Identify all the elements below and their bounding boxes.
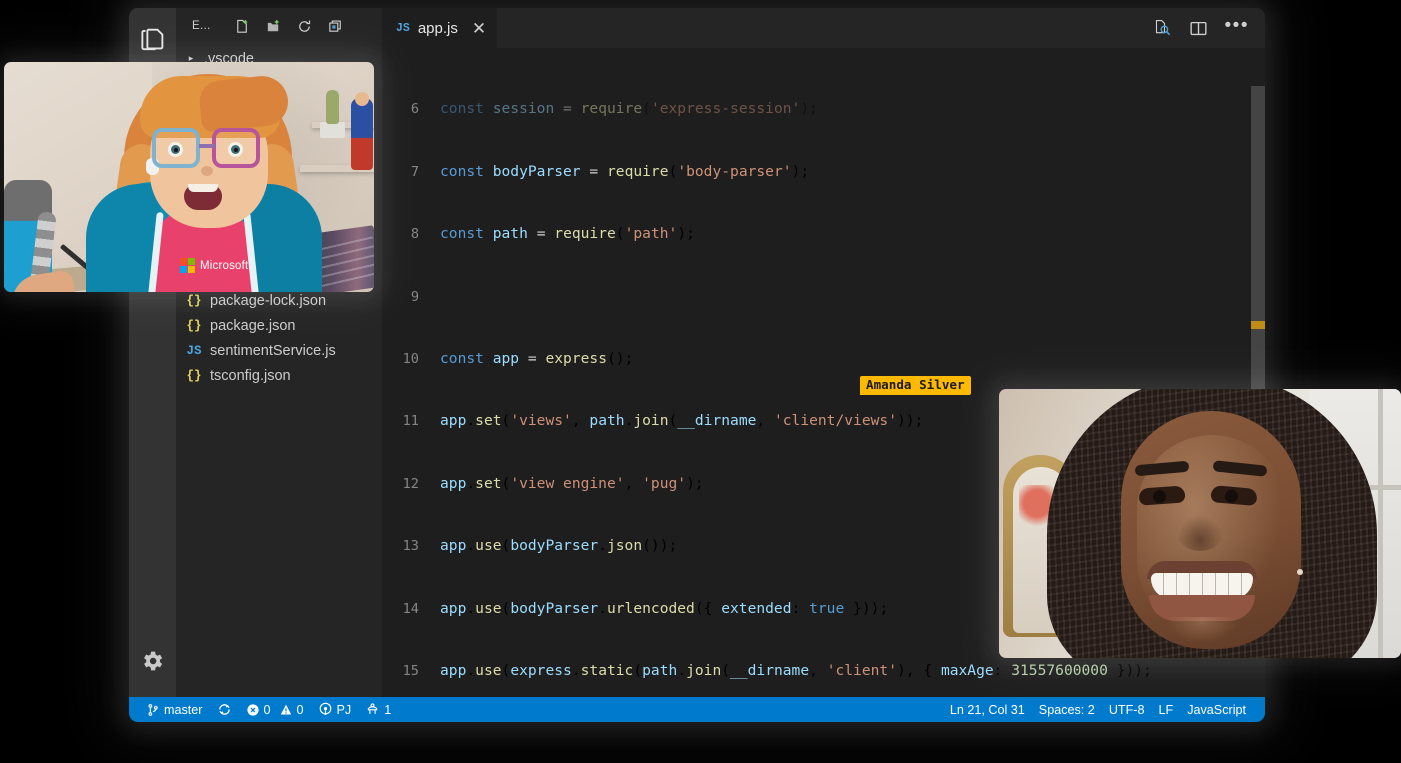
- new-folder-icon[interactable]: [263, 16, 284, 37]
- tree-item-package-json[interactable]: {} package.json: [176, 313, 382, 338]
- code-line: 7 const bodyParser = require('body-parser…: [410, 162, 810, 180]
- microsoft-logo: Microsoft: [180, 258, 248, 273]
- broadcast-icon: [318, 702, 333, 717]
- code-line: 6 const session = require('express-sessio…: [410, 100, 818, 118]
- collapse-all-icon[interactable]: [325, 16, 346, 37]
- live-share-people-icon: [365, 702, 380, 717]
- split-editor-icon[interactable]: [1188, 18, 1209, 39]
- status-problems[interactable]: 0 0: [239, 697, 311, 722]
- js-file-icon: JS: [396, 22, 410, 35]
- action-figure: [351, 98, 373, 170]
- status-bar-left: master 0 0 PJ 1: [129, 697, 398, 722]
- close-icon[interactable]: ✕: [472, 20, 486, 37]
- code-line: 15 app.use(express.static(path.join(__dir…: [402, 661, 1152, 679]
- json-braces-icon: {}: [186, 293, 202, 308]
- editor-tab-bar: JS app.js ✕ •••: [382, 8, 1265, 48]
- cactus: [326, 90, 339, 124]
- error-count: 0: [263, 702, 271, 717]
- plant-pot: [320, 122, 345, 138]
- new-file-icon[interactable]: [232, 16, 253, 37]
- tree-item-label: package-lock.json: [210, 292, 327, 309]
- tree-item-label: tsconfig.json: [210, 367, 291, 384]
- status-sync[interactable]: [210, 697, 239, 722]
- collaborator-name-badge: Amanda Silver: [860, 376, 971, 395]
- tab-label: app.js: [417, 20, 458, 37]
- status-bar: master 0 0 PJ 1 Ln 21, Col 31 Spaces: 2 …: [129, 697, 1265, 722]
- sync-icon: [217, 702, 232, 717]
- more-actions-icon[interactable]: •••: [1225, 16, 1249, 35]
- code-line: 9: [410, 288, 419, 305]
- status-language-mode[interactable]: JavaScript: [1180, 697, 1253, 722]
- tab-app-js[interactable]: JS app.js ✕: [382, 8, 498, 48]
- status-eol[interactable]: LF: [1152, 697, 1181, 722]
- warning-count: 0: [296, 702, 304, 717]
- tab-bar-empty-space: [497, 8, 1142, 48]
- earring: [1297, 569, 1303, 575]
- status-cursor-position[interactable]: Ln 21, Col 31: [943, 697, 1032, 722]
- files-icon[interactable]: [129, 17, 176, 61]
- status-liveshare[interactable]: 1: [358, 697, 398, 722]
- open-preview-icon[interactable]: [1152, 18, 1172, 38]
- status-bar-right: Ln 21, Col 31 Spaces: 2 UTF-8 LF JavaScr…: [943, 697, 1265, 722]
- status-encoding[interactable]: UTF-8: [1102, 697, 1152, 722]
- explorer-title: E...: [192, 20, 211, 32]
- error-circle-icon: [246, 703, 260, 717]
- webcam-tile-right[interactable]: [999, 389, 1401, 658]
- tree-item-sentimentservice-js[interactable]: JS sentimentService.js: [176, 338, 382, 363]
- tree-item-tsconfig-json[interactable]: {} tsconfig.json: [176, 363, 382, 388]
- status-broadcast[interactable]: PJ: [311, 697, 359, 722]
- editor-actions: •••: [1141, 8, 1265, 48]
- explorer-header: E...: [176, 8, 382, 44]
- js-file-icon: JS: [186, 343, 202, 358]
- tree-item-label: package.json: [210, 317, 296, 334]
- screenshot-root: E... ▸ .vscode {} package-lock.json {} p…: [0, 0, 1401, 763]
- status-indentation[interactable]: Spaces: 2: [1032, 697, 1102, 722]
- webcam-right-video: [999, 389, 1401, 658]
- webcam-tile-left[interactable]: Microsoft: [4, 62, 374, 292]
- gear-icon[interactable]: [129, 639, 176, 683]
- overview-ruler-selection-marker: [1251, 321, 1265, 329]
- webcam-left-video: Microsoft: [4, 62, 374, 292]
- status-branch[interactable]: master: [139, 697, 210, 722]
- json-braces-icon: {}: [186, 368, 202, 383]
- json-braces-icon: {}: [186, 318, 202, 333]
- broadcast-label: PJ: [336, 702, 352, 717]
- code-line: 10 const app = express();: [402, 349, 634, 367]
- tree-item-label: sentimentService.js: [210, 342, 336, 359]
- refresh-icon[interactable]: [294, 16, 315, 37]
- liveshare-count: 1: [384, 702, 392, 717]
- source-control-branch-icon: [146, 703, 160, 717]
- branch-name: master: [164, 702, 203, 717]
- warning-triangle-icon: [279, 703, 293, 717]
- code-line: 8 const path = require('path');: [410, 225, 695, 243]
